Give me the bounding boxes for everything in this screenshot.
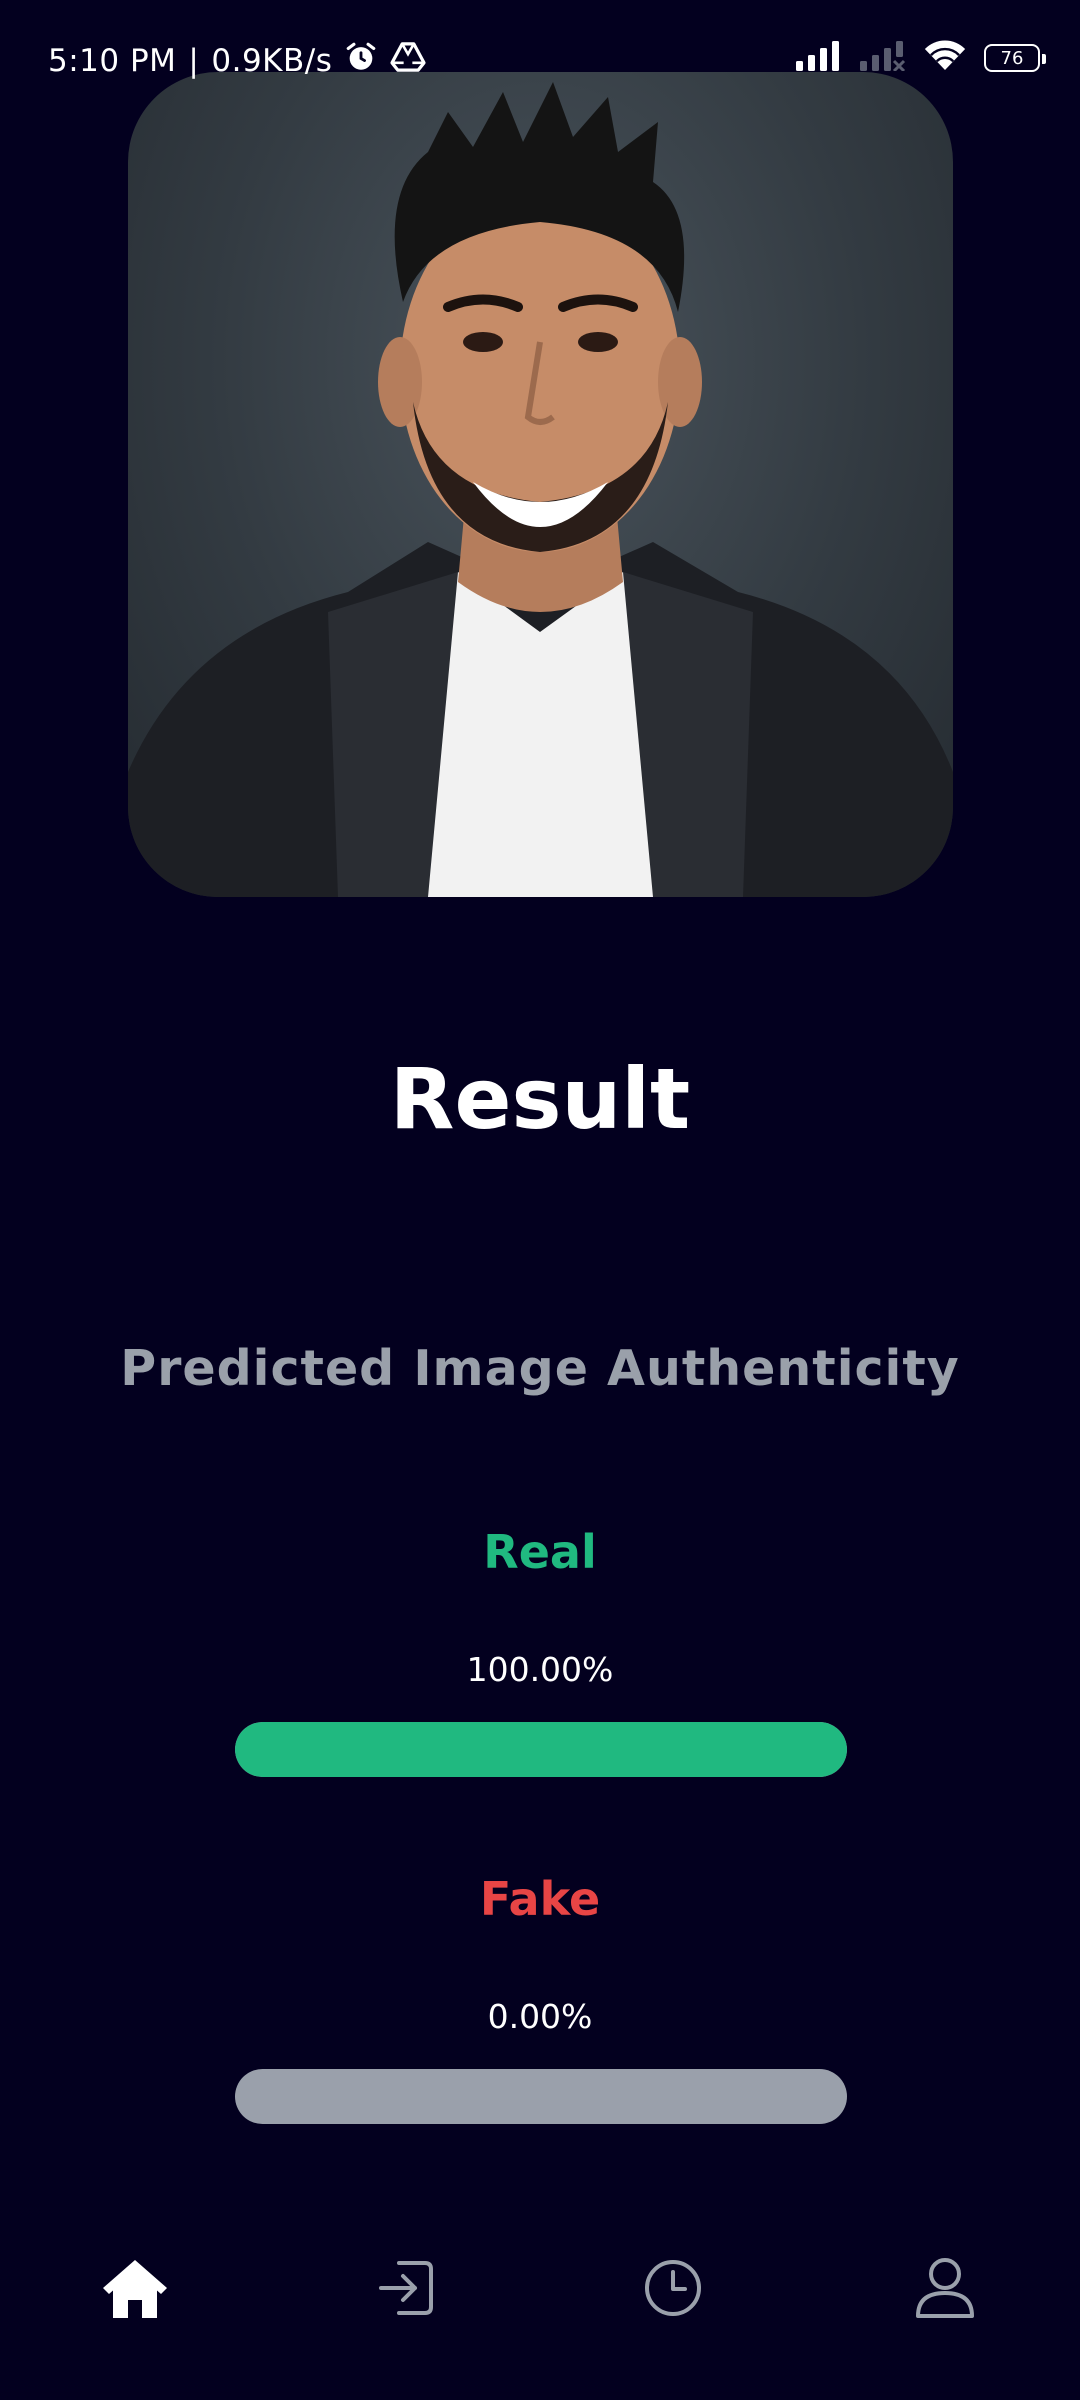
alarm-icon (344, 40, 378, 82)
status-separator: | (188, 43, 200, 79)
real-percentage: 100.00% (466, 1650, 614, 1689)
nav-login[interactable] (346, 2230, 466, 2350)
battery-icon: 76 (984, 44, 1046, 72)
network-speed: 0.9KB/s (211, 43, 333, 79)
status-left: 5:10 PM | 0.9KB/s (48, 40, 426, 82)
profile-icon (915, 2257, 975, 2323)
status-right: 76 (796, 40, 1046, 76)
battery-level: 76 (1000, 47, 1024, 69)
nav-history[interactable] (613, 2230, 733, 2350)
portrait-image (128, 82, 953, 897)
result-title: Result (389, 1050, 691, 1148)
signal-icon (796, 41, 842, 75)
bottom-nav (0, 2230, 1080, 2350)
wifi-icon (924, 40, 966, 76)
real-progress-fill (235, 1722, 847, 1777)
nav-profile[interactable] (885, 2230, 1005, 2350)
fake-progress-bar (235, 2069, 847, 2124)
history-icon (643, 2258, 703, 2322)
prediction-subtitle: Predicted Image Authenticity (120, 1340, 960, 1397)
fake-percentage: 0.00% (487, 1997, 593, 2036)
signal-x-icon (860, 41, 906, 75)
drive-icon (390, 41, 426, 81)
status-bar: 5:10 PM | 0.9KB/s 76 (0, 0, 1080, 120)
real-label: Real (483, 1525, 597, 1579)
fake-label: Fake (479, 1872, 601, 1926)
status-time: 5:10 PM (48, 43, 177, 79)
home-icon (100, 2256, 170, 2324)
uploaded-photo (128, 72, 953, 897)
nav-home[interactable] (75, 2230, 195, 2350)
login-icon (377, 2259, 435, 2321)
real-progress-bar (235, 1722, 847, 1777)
